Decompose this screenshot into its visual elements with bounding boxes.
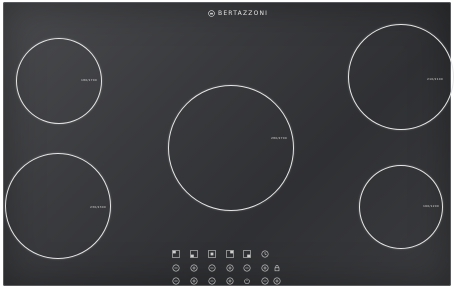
plus-icon	[190, 277, 198, 285]
plus-icon	[226, 264, 234, 272]
induction-hob-glass: BERTAZZONI 180/1700 280/2700 210/2100 23…	[3, 2, 454, 286]
lock-button[interactable]	[273, 264, 281, 272]
timer-minus-button[interactable]	[261, 277, 269, 285]
power-up-button-3[interactable]	[261, 264, 269, 272]
brand-header: BERTAZZONI	[208, 8, 268, 18]
minus-icon	[172, 277, 180, 285]
zone-front-right-icon	[243, 250, 251, 258]
power-button[interactable]	[243, 277, 251, 285]
zone-selector-rear-right[interactable]	[226, 250, 234, 258]
power-down-button-2[interactable]	[208, 264, 216, 272]
power-down-button-4[interactable]	[172, 277, 180, 285]
zone-label-rear-left: 180/1700	[81, 78, 97, 82]
zone-label-front-left: 230/2300	[90, 205, 106, 209]
zone-selector-front-left[interactable]	[190, 250, 198, 258]
minus-icon	[172, 264, 180, 272]
zone-label-front-right: 160/1200	[423, 204, 439, 208]
plus-icon	[190, 264, 198, 272]
brand-name: BERTAZZONI	[218, 9, 269, 17]
timer-minus-icon	[261, 277, 269, 285]
zone-rear-left-icon	[172, 250, 180, 258]
zone-selector-center[interactable]	[208, 250, 216, 258]
timer-plus-icon	[273, 277, 281, 285]
timer-icon	[261, 250, 269, 258]
cooktop-screen: BERTAZZONI 180/1700 280/2700 210/2100 23…	[0, 0, 454, 288]
power-up-button-5[interactable]	[226, 277, 234, 285]
zone-front-left-icon	[190, 250, 198, 258]
zone-label-center: 280/2700	[271, 136, 287, 140]
zone-rear-right-icon	[226, 250, 234, 258]
plus-icon	[261, 264, 269, 272]
zone-selector-front-right[interactable]	[243, 250, 251, 258]
minus-icon	[243, 264, 251, 272]
zone-center-icon	[208, 250, 216, 258]
timer-plus-button[interactable]	[273, 277, 281, 285]
power-up-button-4[interactable]	[190, 277, 198, 285]
power-down-button-1[interactable]	[172, 264, 180, 272]
plus-icon	[226, 277, 234, 285]
minus-icon	[208, 277, 216, 285]
power-down-button-5[interactable]	[208, 277, 216, 285]
zone-selector-rear-left[interactable]	[172, 250, 180, 258]
power-up-button-1[interactable]	[190, 264, 198, 272]
lock-icon	[274, 265, 280, 272]
power-down-button-3[interactable]	[243, 264, 251, 272]
crown-logo-icon	[208, 9, 215, 17]
power-icon	[244, 278, 250, 285]
cooking-zone-center[interactable]	[168, 85, 294, 211]
minus-icon	[208, 264, 216, 272]
zone-label-rear-right: 210/2100	[427, 77, 443, 81]
power-up-button-2[interactable]	[226, 264, 234, 272]
timer-button[interactable]	[261, 250, 269, 258]
